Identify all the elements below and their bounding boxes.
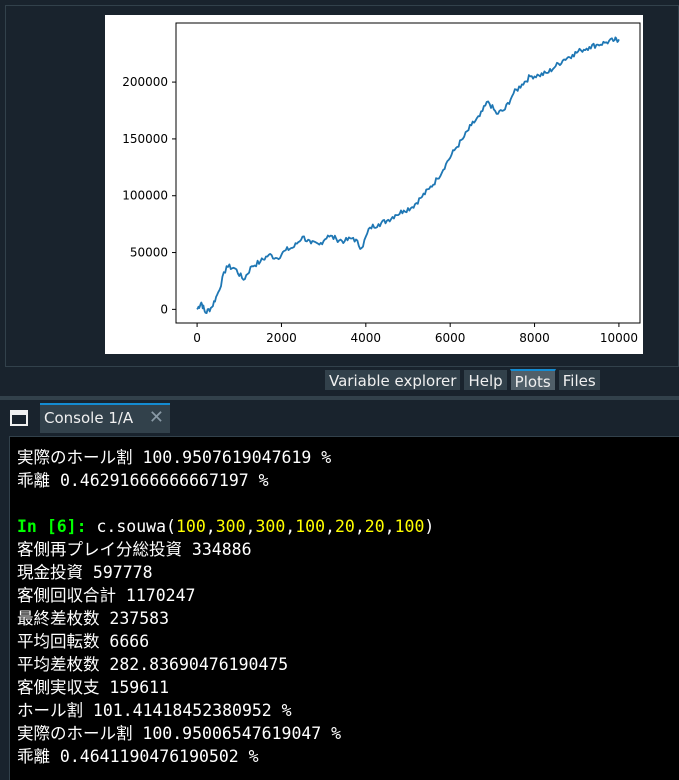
- plot-figure[interactable]: 0 2000 4000 6000 8000 10000 0 50000 100000 150000…: [105, 15, 643, 354]
- console-line: 実際のホール割 100.9507619047619 %: [17, 446, 331, 469]
- console-output-line: 客側再プレイ分総投資 334886: [17, 540, 252, 559]
- console-output-line: 現金投資 597778: [17, 563, 153, 582]
- function-call: c.souwa(: [96, 517, 176, 536]
- y-tick-label: 200000: [122, 75, 168, 89]
- y-tick-label: 50000: [130, 246, 168, 260]
- tab-plots[interactable]: Plots: [509, 369, 556, 391]
- call-arg: 20: [334, 517, 355, 536]
- tab-console[interactable]: Console 1/A ✕: [40, 403, 170, 433]
- console-line-value: 100.9507619047619 %: [142, 448, 332, 467]
- console-output-line: ホール割 101.41418452380952 %: [17, 701, 292, 720]
- call-close: ): [424, 517, 435, 536]
- console-header: Console 1/A ✕: [0, 400, 679, 436]
- console-output-line: 実際のホール割 100.95006547619047 %: [17, 724, 342, 743]
- close-icon[interactable]: ✕: [149, 405, 164, 431]
- console-line-label: 乖離: [17, 471, 60, 490]
- call-arg: 100: [295, 517, 326, 536]
- tab-variable-explorer[interactable]: Variable explorer: [324, 369, 462, 391]
- console-output-line: 乖離 0.4641190476190502 %: [17, 747, 259, 766]
- y-tick-label: 100000: [122, 189, 168, 203]
- console-output-line: 客側実収支 159611: [17, 678, 170, 697]
- console-line-value: 0.46291666666667197 %: [59, 471, 269, 490]
- console-window-icon[interactable]: [10, 410, 28, 426]
- console-line-label: 実際のホール割: [17, 448, 143, 467]
- y-tick-label: 0: [160, 302, 168, 316]
- plots-pane: 0 2000 4000 6000 8000 10000 0 50000 100000 150000…: [0, 0, 679, 368]
- x-tick-label: 6000: [435, 331, 466, 345]
- console-output-line: 最終差枚数 237583: [17, 609, 170, 628]
- console-output-line: 客側回収合計 1170247: [17, 586, 196, 605]
- console-output-line: 平均回転数 6666: [17, 632, 150, 651]
- pane-tabs: Variable explorer Help Plots Files: [324, 369, 601, 391]
- call-arg: 20: [364, 517, 385, 536]
- console-output[interactable]: 実際のホール割 100.9507619047619 % 乖離 0.4629166…: [9, 436, 679, 780]
- call-arg: 300: [255, 517, 286, 536]
- console-output-line: 平均差枚数 282.83690476190475: [17, 655, 289, 674]
- y-tick-label: 150000: [122, 132, 168, 146]
- console-tab-label: Console 1/A: [44, 409, 134, 427]
- series-line: [196, 36, 620, 315]
- x-tick-label: 8000: [519, 331, 550, 345]
- x-tick-label: 0: [193, 331, 201, 345]
- x-tick-label: 10000: [600, 331, 638, 345]
- x-tick-label: 4000: [351, 331, 382, 345]
- input-prompt: In [6]:: [17, 517, 97, 536]
- tab-help[interactable]: Help: [463, 369, 508, 391]
- tab-files[interactable]: Files: [557, 369, 601, 391]
- x-tick-label: 2000: [266, 331, 297, 345]
- console-input-line: In [6]: c.souwa(100,300,300,100,20,20,10…: [17, 517, 435, 536]
- call-arg: 100: [175, 517, 206, 536]
- call-arg: 100: [394, 517, 425, 536]
- call-arg: 300: [215, 517, 246, 536]
- console-line: 乖離 0.46291666666667197 %: [17, 469, 269, 492]
- line-chart: 0 2000 4000 6000 8000 10000050000100000150000…: [122, 22, 641, 345]
